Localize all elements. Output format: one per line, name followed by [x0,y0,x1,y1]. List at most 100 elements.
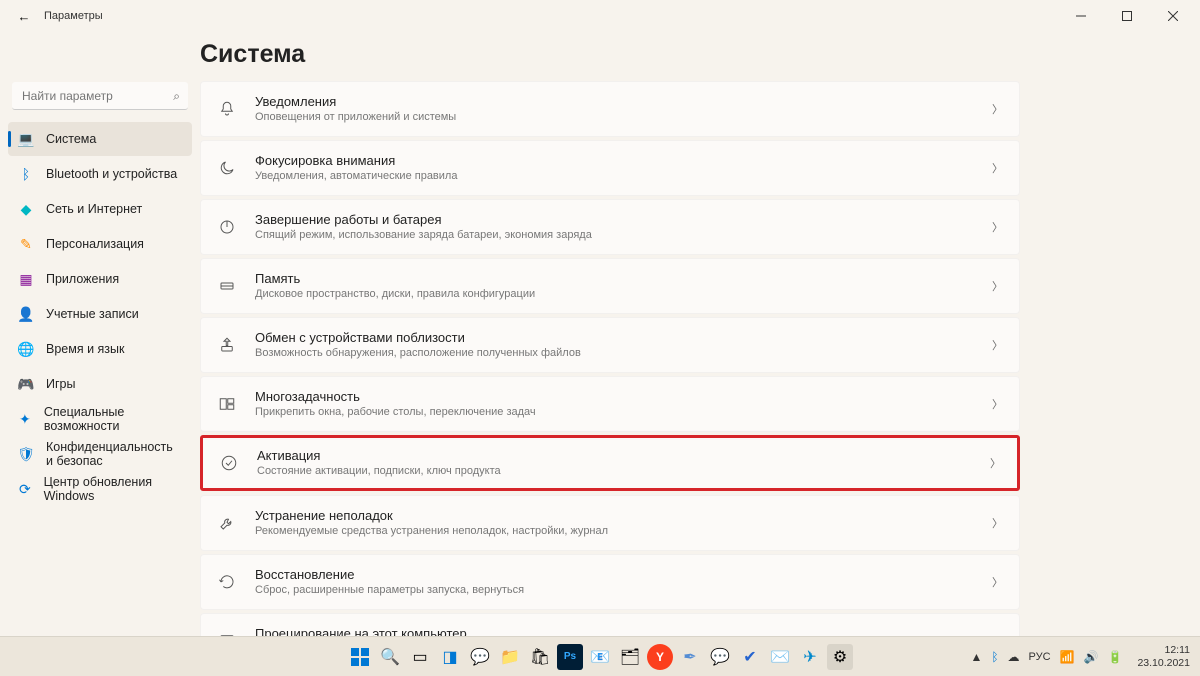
settings-item-wrench[interactable]: Устранение неполадок Рекомендуемые средс… [200,495,1020,551]
taskview-icon[interactable]: ▭ [407,644,433,670]
chat-icon[interactable]: 💬 [467,644,493,670]
search-input[interactable] [12,82,188,110]
sidebar-item-6[interactable]: 🌐 Время и язык [8,332,192,366]
chevron-right-icon: 〉 [992,337,1003,353]
taskbar-center: 🔍 ▭ ◨ 💬 📁 🛍 Ps 📧 🗂 Y ✒ 💬 ✔ ✉️ ✈ ⚙ [347,644,853,670]
page-title: Система [200,40,1020,69]
card-subtitle: Спящий режим, использование заряда батар… [255,229,992,242]
card-text: Устранение неполадок Рекомендуемые средс… [255,508,992,538]
settings-item-power[interactable]: Завершение работы и батарея Спящий режим… [200,199,1020,255]
main-content: Система Уведомления Оповещения от прилож… [200,32,1200,636]
settings-item-share[interactable]: Обмен с устройствами поблизости Возможно… [200,317,1020,373]
todo-icon[interactable]: ✔ [737,644,763,670]
store-icon[interactable]: 🛍 [527,644,553,670]
window-controls [1058,0,1196,32]
chevron-right-icon: 〉 [992,101,1003,117]
card-text: Многозадачность Прикрепить окна, рабочие… [255,389,992,419]
card-title: Многозадачность [255,389,992,405]
sidebar-item-7[interactable]: 🎮Игры [8,367,192,401]
outlook-icon[interactable]: 📧 [587,644,613,670]
sidebar-item-9[interactable]: 🛡Конфиденциальность и безопас [8,437,192,471]
card-title: Обмен с устройствами поблизости [255,330,992,346]
onedrive-tray-icon[interactable]: ☁ [1008,650,1020,664]
nav-icon: 🛡 [18,446,34,462]
card-subtitle: Состояние активации, подписки, ключ прод… [257,465,990,478]
app-icon-1[interactable]: ✒ [677,644,703,670]
card-title: Память [255,271,992,287]
explorer-icon[interactable]: 📁 [497,644,523,670]
settings-item-moon[interactable]: Фокусировка внимания Уведомления, автома… [200,140,1020,196]
folder-icon[interactable]: 🗂 [617,644,643,670]
nav-label: Приложения [46,272,119,286]
card-text: Уведомления Оповещения от приложений и с… [255,94,992,124]
card-subtitle: Прикрепить окна, рабочие столы, переключ… [255,406,992,419]
telegram-icon[interactable]: ✈ [797,644,823,670]
sidebar-item-1[interactable]: ᛒBluetooth и устройства [8,157,192,191]
volume-tray-icon[interactable]: 🔊 [1084,650,1099,664]
wifi-tray-icon[interactable]: 📶 [1060,650,1075,664]
mail-icon[interactable]: ✉️ [767,644,793,670]
close-button[interactable] [1150,0,1196,32]
nav-label: Система [46,132,96,146]
card-title: Фокусировка внимания [255,153,992,169]
settings-item-bell[interactable]: Уведомления Оповещения от приложений и с… [200,81,1020,137]
sidebar-item-8[interactable]: ✦Специальные возможности [8,402,192,436]
tray-expand-icon[interactable]: ▲ [970,650,982,664]
settings-item-project[interactable]: Проецирование на этот компьютер Разрешен… [200,613,1020,636]
card-title: Уведомления [255,94,992,110]
start-button[interactable] [347,644,373,670]
settings-list: Уведомления Оповещения от приложений и с… [200,81,1020,636]
settings-item-check[interactable]: Активация Состояние активации, подписки,… [200,435,1020,491]
settings-taskbar-icon[interactable]: ⚙ [827,644,853,670]
back-button[interactable]: ← [4,9,44,24]
minimize-button[interactable] [1058,0,1104,32]
bluetooth-tray-icon[interactable]: ᛒ [991,650,998,664]
sidebar-item-5[interactable]: 👤Учетные записи [8,297,192,331]
card-subtitle: Сброс, расширенные параметры запуска, ве… [255,584,992,597]
taskbar: 🔍 ▭ ◨ 💬 📁 🛍 Ps 📧 🗂 Y ✒ 💬 ✔ ✉️ ✈ ⚙ ▲ ᛒ ☁ … [0,636,1200,676]
settings-item-recovery[interactable]: Восстановление Сброс, расширенные параме… [200,554,1020,610]
sidebar-item-2[interactable]: ◆Сеть и Интернет [8,192,192,226]
chevron-right-icon: 〉 [992,574,1003,590]
sidebar-item-10[interactable]: ⟳Центр обновления Windows [8,472,192,506]
card-text: Активация Состояние активации, подписки,… [257,448,990,478]
search-taskbar-icon[interactable]: 🔍 [377,644,403,670]
sidebar-item-3[interactable]: ✎Персонализация [8,227,192,261]
maximize-button[interactable] [1104,0,1150,32]
sidebar-item-0[interactable]: 💻Система [8,122,192,156]
share-icon [217,335,237,355]
sidebar-item-4[interactable]: ▦Приложения [8,262,192,296]
nav-label: Игры [46,377,75,391]
storage-icon [217,276,237,296]
chevron-right-icon: 〉 [992,278,1003,294]
bell-icon [217,99,237,119]
card-subtitle: Возможность обнаружения, расположение по… [255,347,992,360]
titlebar: ← Параметры [0,0,1200,32]
card-title: Устранение неполадок [255,508,992,524]
whatsapp-icon[interactable]: 💬 [707,644,733,670]
nav-icon: 🌐 [18,341,34,357]
widgets-icon[interactable]: ◨ [437,644,463,670]
nav-label: Время и язык [46,342,125,356]
search-icon: ⌕ [173,89,180,104]
settings-item-multitask[interactable]: Многозадачность Прикрепить окна, рабочие… [200,376,1020,432]
nav-icon: ✎ [18,236,34,252]
search-wrap: ⌕ [12,82,188,110]
chevron-right-icon: 〉 [992,515,1003,531]
recovery-icon [217,572,237,592]
chevron-right-icon: 〉 [990,455,1001,471]
chevron-right-icon: 〉 [992,160,1003,176]
battery-tray-icon[interactable]: 🔋 [1107,650,1122,664]
nav-icon: ᛒ [18,166,34,182]
card-subtitle: Уведомления, автоматические правила [255,170,992,183]
window-title: Параметры [44,10,103,22]
settings-item-storage[interactable]: Память Дисковое пространство, диски, пра… [200,258,1020,314]
card-title: Восстановление [255,567,992,583]
photoshop-icon[interactable]: Ps [557,644,583,670]
chevron-right-icon: 〉 [992,219,1003,235]
clock[interactable]: 12:11 23.10.2021 [1131,644,1190,668]
language-indicator[interactable]: РУС [1029,651,1051,663]
card-text: Фокусировка внимания Уведомления, автома… [255,153,992,183]
yandex-icon[interactable]: Y [647,644,673,670]
power-icon [217,217,237,237]
